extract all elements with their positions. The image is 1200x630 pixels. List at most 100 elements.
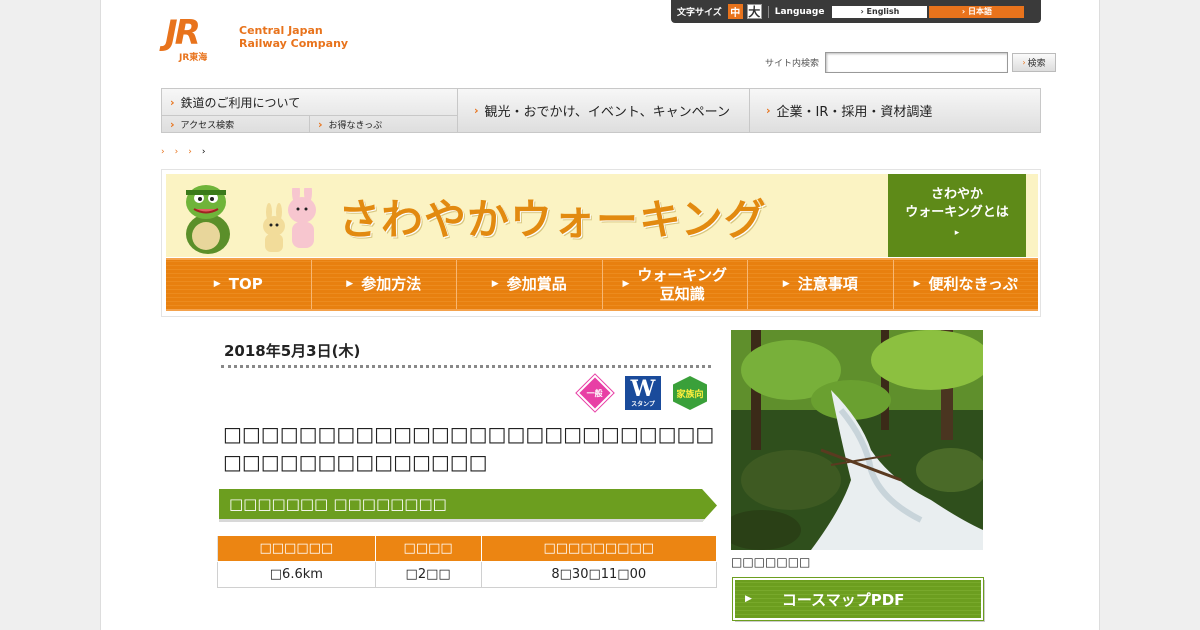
search-button-label: 検索 [1027,59,1046,69]
jr-logo-letters: JR [165,13,201,53]
chevron-right-icon: › [474,104,479,117]
site-search: サイト内検索 › 検索 [765,52,1057,73]
about-button-line2: ウォーキングとは [905,205,1009,220]
event-badges: 一般 W スタンプ 家族向 [576,374,707,412]
table-header-row: □□□□□□ □□□□ □□□□□□□□□ [217,535,718,562]
table-header: □□□□□□□□□ [480,535,718,562]
sawayaka-walking-banner: さわやかウォーキング さわやか ウォーキングとは ▸ [166,174,1038,257]
general-course-badge-icon: 一般 [576,374,614,412]
badge-w-label: W [630,375,656,402]
utility-divider [767,5,769,18]
chevron-right-icon: › [170,95,175,109]
nav-rail-use-group: › 鉄道のご利用について › アクセス検索 › お得なきっぷ [162,89,458,132]
nav-access-search-label: アクセス検索 [180,120,235,131]
jr-logo-mark: JR JR東海 [165,13,229,63]
breadcrumb: › › › › [161,147,205,157]
tab-prizes[interactable]: ▶ 参加賞品 [457,260,603,309]
triangle-right-icon: ▶ [622,279,630,289]
nav-deal-tickets[interactable]: › お得なきっぷ [310,116,457,132]
about-button-line1: さわやか [930,187,983,202]
language-label: Language [774,6,825,17]
nav-rail-use[interactable]: › 鉄道のご利用について [162,89,457,116]
nav-access-search[interactable]: › アクセス検索 [162,116,310,132]
triangle-right-icon: ▶ [491,279,499,289]
jr-central-logo[interactable]: JR JR東海 Central Japan Railway Company [165,13,348,63]
triangle-right-icon: ▶ [346,279,354,289]
course-name-banner: □□□□□□□ □□□□□□□□ [219,489,717,522]
triangle-right-icon: ▶ [913,279,921,289]
page-container: 文字サイズ 中 大 Language › English › 日本語 JR JR… [100,0,1100,630]
event-title: □□□□□□□□□□□□□□□□□□□□□□□□□□□□□□□□□□□□□□□□ [223,422,715,474]
breadcrumb-current: › [201,147,206,157]
nav-tourism-label: 観光・おでかけ、イベント、キャンペーン [484,105,730,120]
nav-corporate-label: 企業・IR・採用・資材調達 [776,105,933,120]
badge-general-label: 一般 [587,388,603,398]
company-name-line2: Railway Company [239,37,349,50]
tab-label: 参加賞品 [506,275,567,293]
tab-label: ウォーキング 豆知識 [637,265,727,303]
badge-diamond-shape: 一般 [576,374,614,412]
event-date: 2018年5月3日(木) [224,342,361,360]
table-row: □6.6km □2□□ 8□30□11□00 [217,561,718,588]
nav-corporate[interactable]: › 企業・IR・採用・資材調達 [750,89,1040,132]
photo-caption: □□□□□□□ [731,555,811,569]
tab-notes[interactable]: ▶ 注意事項 [748,260,894,309]
breadcrumb-item[interactable]: › [161,147,165,157]
breadcrumb-item[interactable]: › [188,147,192,157]
w-stamp-badge-icon: W スタンプ [625,376,661,410]
chevron-right-icon: › [318,117,323,131]
jr-logo-sub: JR東海 [179,53,208,63]
triangle-right-icon: ▶ [213,279,221,289]
triangle-right-icon: ▶ [745,594,752,604]
tab-useful-tickets[interactable]: ▶ 便利なきっぷ [893,260,1038,309]
utility-bar: 文字サイズ 中 大 Language › English › 日本語 [671,0,1041,23]
event-info-table: □□□□□□ □□□□ □□□□□□□□□ □6.6km □2□□ 8□30□1… [217,535,718,588]
rabbit-mascots-icon [263,188,316,252]
search-button[interactable]: › 検索 [1012,53,1057,72]
nav-rail-use-label: 鉄道のご利用について [180,95,301,110]
table-cell-distance: □6.6km [217,561,376,588]
tab-label: 注意事項 [797,275,858,293]
tab-how-to-join[interactable]: ▶ 参加方法 [311,260,457,309]
font-size-label: 文字サイズ [677,8,722,18]
triangle-right-icon: ▸ [954,228,960,238]
sawayaka-walking-header: さわやかウォーキング さわやか ウォーキングとは ▸ ▶ TOP ▶ 参加方法 ▶ 参… [161,169,1041,317]
font-size-large-button[interactable]: 大 [746,4,762,19]
nav-tourism[interactable]: › 観光・おでかけ、イベント、キャンペーン [458,89,750,132]
search-input[interactable] [825,52,1009,73]
badge-family-label: 家族向 [676,389,704,400]
language-english-button[interactable]: › English [832,5,928,18]
nav-rail-subitems: › アクセス検索 › お得なきっぷ [162,116,457,132]
main-navigation: › 鉄道のご利用について › アクセス検索 › お得なきっぷ › 観光・おでかけ… [161,88,1041,133]
company-name-line1: Central Japan [239,24,323,37]
walking-tabs: ▶ TOP ▶ 参加方法 ▶ 参加賞品 ▶ ウォーキング 豆知識 ▶ 注意事項 ▶ 便利なき… [166,258,1038,311]
language-japanese-button[interactable]: › 日本語 [929,5,1025,18]
pdf-button-label: コースマップPDF [781,590,905,609]
tab-top[interactable]: ▶ TOP [166,260,312,309]
tab-walking-tips[interactable]: ▶ ウォーキング 豆知識 [602,260,748,309]
table-cell-duration: □2□□ [374,561,482,588]
banner-title: さわやかウォーキング [338,195,767,244]
course-map-pdf-button[interactable]: ▶ コースマップPDF [732,577,984,621]
turtle-mascot-icon [186,185,230,254]
triangle-right-icon: ▶ [782,279,790,289]
stream-photo [731,330,983,550]
chevron-right-icon: › [766,104,771,117]
dotted-divider [221,365,711,368]
table-header: □□□□ [374,535,482,562]
chevron-right-icon: › [1022,58,1026,67]
tab-label: 参加方法 [361,275,422,293]
tab-label: 便利なきっぷ [928,275,1018,293]
company-name: Central Japan Railway Company [239,24,348,50]
font-size-medium-button[interactable]: 中 [727,4,743,19]
family-badge-icon: 家族向 [673,376,707,410]
badge-w-sub: スタンプ [631,400,655,408]
table-header: □□□□□□ [217,535,376,562]
table-cell-time: 8□30□11□00 [480,561,718,588]
about-sawayaka-walking-button[interactable]: さわやか ウォーキングとは ▸ [888,174,1026,257]
breadcrumb-item[interactable]: › [175,147,179,157]
search-label: サイト内検索 [765,59,820,69]
nav-deal-tickets-label: お得なきっぷ [328,120,383,131]
tab-label: TOP [228,275,263,293]
chevron-right-icon: › [170,117,175,131]
